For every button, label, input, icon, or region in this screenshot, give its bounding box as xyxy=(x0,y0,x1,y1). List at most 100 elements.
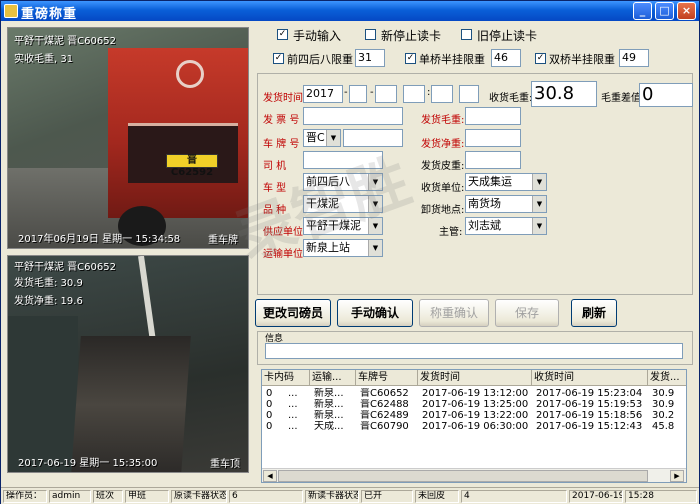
vehicle-type-label: 车 型 xyxy=(263,183,287,194)
table-cell: 0 xyxy=(266,421,273,432)
vehicle-type-select[interactable]: 前四后八 ▼ xyxy=(303,173,383,191)
orig-reader-value: 6 xyxy=(229,490,303,503)
truck-logo-image xyxy=(176,60,204,88)
front4rear8-checkbox[interactable]: ✓ xyxy=(273,53,284,64)
column-header[interactable]: 收货时间 xyxy=(532,370,648,386)
maximize-icon[interactable]: □ xyxy=(655,2,674,20)
unload-select[interactable]: 南货场 ▼ xyxy=(465,195,547,213)
manager-select[interactable]: 刘志斌 ▼ xyxy=(465,217,547,235)
chevron-down-icon: ▼ xyxy=(532,218,546,234)
supplier-value: 平舒干煤泥 xyxy=(306,219,361,232)
ship-time-year-input[interactable]: 2017 xyxy=(303,85,343,103)
ship-gross-label: 发货毛重: xyxy=(421,115,465,126)
plate-prefix-select[interactable]: 晋C ▼ xyxy=(303,129,341,147)
manager-label: 主管: xyxy=(439,227,463,238)
table-cell: 2017-06-19 06:30:00 xyxy=(422,421,529,432)
ship-gross-input[interactable] xyxy=(465,107,521,125)
column-header[interactable]: 卡内码 xyxy=(262,370,310,386)
camera2-osd-line1: 平舒干煤泥 晋C60652 xyxy=(14,262,116,273)
refresh-button[interactable]: 刷新 xyxy=(571,299,617,327)
ship-time-minute-input[interactable] xyxy=(431,85,453,103)
minimize-icon[interactable]: _ xyxy=(633,2,652,20)
change-driver-button[interactable]: 更改司磅员 xyxy=(255,299,331,327)
single-semi-limit-input[interactable]: 46 xyxy=(491,49,521,67)
manual-confirm-button[interactable]: 手动确认 xyxy=(337,299,413,327)
scale-status-label: 未回皮 xyxy=(415,490,459,503)
table-cell: 0 xyxy=(266,399,273,410)
table-cell: 新泉... xyxy=(314,399,344,410)
camera2-label: 重车顶 xyxy=(210,459,240,470)
manual-input-label: 手动输入 xyxy=(293,29,342,43)
weigh-confirm-button[interactable]: 称重确认 xyxy=(419,299,489,327)
scrollbar-thumb[interactable] xyxy=(278,470,648,482)
chevron-down-icon: ▼ xyxy=(326,130,340,146)
info-field[interactable] xyxy=(265,343,683,359)
ship-tare-input[interactable] xyxy=(465,151,521,169)
variety-label: 品 种 xyxy=(263,205,287,216)
status-date: 2017-06-19 xyxy=(569,490,623,503)
chevron-down-icon: ▼ xyxy=(368,174,382,190)
scroll-left-icon[interactable]: ◀ xyxy=(263,470,277,482)
double-semi-limit-input[interactable]: 49 xyxy=(619,49,649,67)
table-cell: 2017-06-19 15:12:43 xyxy=(536,421,643,432)
front4rear8-limit-input[interactable]: 31 xyxy=(355,49,385,67)
column-header[interactable]: 发货... xyxy=(648,370,686,386)
double-semi-checkbox[interactable]: ✓ xyxy=(535,53,546,64)
new-stop-card-checkbox[interactable] xyxy=(365,29,376,40)
app-icon xyxy=(4,4,18,18)
main-window: 重磅称重 _ □ × 晋C62592 平舒干煤泥 晋C60652 实收毛重, 3… xyxy=(0,0,700,504)
save-button[interactable]: 保存 xyxy=(495,299,559,327)
plate-label: 车 牌 号 xyxy=(263,139,300,150)
ticket-input[interactable] xyxy=(303,107,403,125)
old-stop-card-checkbox[interactable] xyxy=(461,29,472,40)
ship-time-day-input[interactable] xyxy=(375,85,397,103)
new-reader-label: 新读卡器状态 xyxy=(305,490,359,503)
ship-net-input[interactable] xyxy=(465,129,521,147)
title-bar[interactable]: 重磅称重 _ □ × xyxy=(1,1,699,22)
supplier-select[interactable]: 平舒干煤泥 ▼ xyxy=(303,217,383,235)
table-cell: 0 xyxy=(266,410,273,421)
gross-diff-display: 0 xyxy=(639,83,693,107)
column-header[interactable]: 运输... xyxy=(310,370,356,386)
ship-time-second-input[interactable] xyxy=(459,85,479,103)
table-cell: 晋C62489 xyxy=(360,410,409,421)
ship-time-hour-input[interactable] xyxy=(403,85,425,103)
ship-tare-label: 发货皮重: xyxy=(421,161,465,172)
table-cell: 2017-06-19 13:22:00 xyxy=(422,410,529,421)
chevron-down-icon: ▼ xyxy=(368,240,382,256)
table-cell: 晋C62488 xyxy=(360,399,409,410)
variety-select[interactable]: 干煤泥 ▼ xyxy=(303,195,383,213)
unload-label: 卸货地点: xyxy=(421,205,465,216)
plate-prefix-value: 晋C xyxy=(306,131,325,144)
plate-number-input[interactable] xyxy=(343,129,403,147)
column-header[interactable]: 发货时间 xyxy=(418,370,532,386)
chevron-down-icon: ▼ xyxy=(532,196,546,212)
manual-input-checkbox[interactable]: ✓ xyxy=(277,29,288,40)
driver-label: 司 机 xyxy=(263,161,287,172)
table-cell: 晋C60652 xyxy=(360,388,409,399)
road-image xyxy=(8,316,78,472)
transport-select[interactable]: 新泉上站 ▼ xyxy=(303,239,383,257)
table-cell: 0 xyxy=(266,388,273,399)
scroll-right-icon[interactable]: ▶ xyxy=(670,470,684,482)
window-title: 重磅称重 xyxy=(21,7,78,22)
ship-time-month-input[interactable] xyxy=(349,85,367,103)
horizontal-scrollbar[interactable]: ◀ ▶ xyxy=(262,468,686,482)
shift-value: 甲班 xyxy=(125,490,169,503)
camera2-osd-line3: 发货净重: 19.6 xyxy=(14,296,83,307)
single-semi-checkbox[interactable]: ✓ xyxy=(405,53,416,64)
table-cell: 晋C60790 xyxy=(360,421,409,432)
table-cell: ... xyxy=(288,421,298,432)
driver-input[interactable] xyxy=(303,151,383,169)
column-header[interactable]: 车牌号 xyxy=(356,370,418,386)
table-cell: 新泉... xyxy=(314,388,344,399)
camera1-osd-line2: 实收毛重, 31 xyxy=(14,54,74,65)
receive-unit-select[interactable]: 天成集运 ▼ xyxy=(465,173,547,191)
ship-net-label: 发货净重: xyxy=(421,139,465,150)
truck-plate: 晋C62592 xyxy=(166,154,218,178)
supplier-label: 供应单位 xyxy=(263,227,303,238)
close-icon[interactable]: × xyxy=(677,2,696,20)
record-table[interactable]: 卡内码 运输... 车牌号 发货时间 收货时间 发货... 0 ... 新泉..… xyxy=(261,369,687,483)
chevron-down-icon: ▼ xyxy=(532,174,546,190)
table-cell: ... xyxy=(288,399,298,410)
